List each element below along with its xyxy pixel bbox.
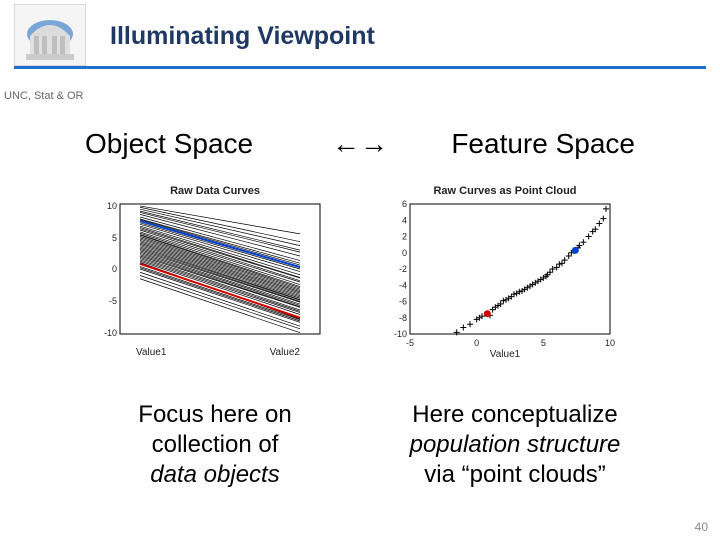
chart-point-cloud: Raw Curves as Point Cloud -10-8-6-4-2024… [380,185,630,370]
svg-text:10: 10 [605,338,615,348]
svg-text:-10: -10 [104,328,117,338]
svg-text:4: 4 [402,215,407,225]
svg-text:-6: -6 [399,297,407,307]
chart-left-x2: Value2 [270,347,300,358]
caption-right-l2: population structure [410,431,621,458]
caption-right-l1: Here conceptualize [412,401,617,428]
svg-text:0: 0 [474,338,479,348]
svg-text:-8: -8 [399,313,407,323]
chart-left-title: Raw Data Curves [90,185,340,197]
dept-label: UNC, Stat & OR [4,90,83,102]
chart-left-x1: Value1 [136,347,166,358]
caption-left: Focus here on collection of data objects [70,400,360,490]
svg-text:2: 2 [402,232,407,242]
chart-right-x: Value1 [380,349,630,360]
slide-number: 40 [695,520,708,534]
chart-right-title: Raw Curves as Point Cloud [380,185,630,197]
svg-text:-2: -2 [399,264,407,274]
caption-right-l3: via “point clouds” [424,461,605,488]
svg-text:5: 5 [541,338,546,348]
caption-left-l1: Focus here on [138,401,291,428]
svg-text:10: 10 [107,201,117,211]
unc-logo [14,4,86,66]
svg-text:5: 5 [112,233,117,243]
chart-left-svg: 10 5 0 -5 -10 [90,199,340,354]
caption-left-l2: collection of [152,431,279,458]
chart-raw-curves: Raw Data Curves 10 5 0 -5 -10 Value1 Val… [90,185,340,370]
svg-text:-5: -5 [109,296,117,306]
svg-text:0: 0 [112,264,117,274]
charts-area: Raw Data Curves 10 5 0 -5 -10 Value1 Val… [90,185,630,375]
title-underline [14,66,706,69]
svg-text:6: 6 [402,199,407,209]
slide-title: Illuminating Viewpoint [110,22,375,51]
svg-text:0: 0 [402,248,407,258]
caption-right: Here conceptualize population structure … [355,400,675,490]
heading-feature-space: Feature Space [451,128,635,160]
svg-text:-4: -4 [399,280,407,290]
svg-text:-5: -5 [406,338,414,348]
caption-left-l3: data objects [150,461,279,488]
chart-right-svg: -10-8-6-4-20246 -50510 [380,199,630,354]
